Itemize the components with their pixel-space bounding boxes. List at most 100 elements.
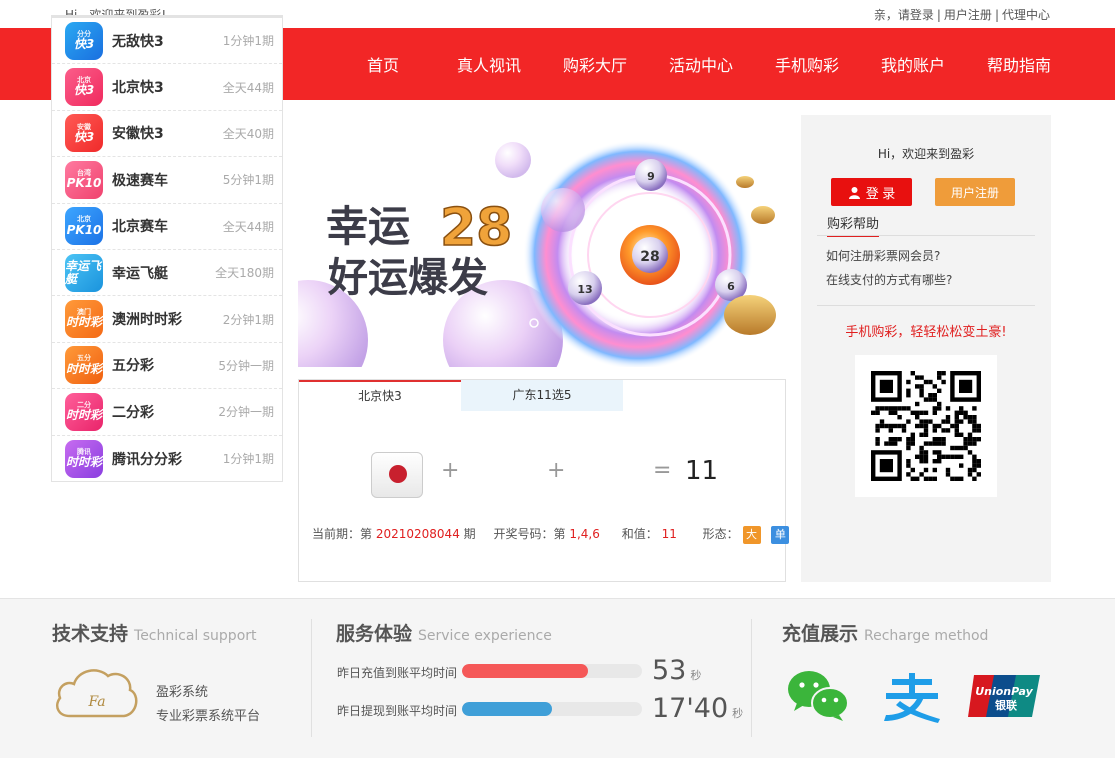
qr-code-image [871,371,981,481]
login-button[interactable]: 登 录 [831,178,912,206]
game-list-item[interactable]: 澳门 时时彩 澳洲时时彩 2分钟1期 [52,296,282,343]
lottery-game-icon: 二分 时时彩 [65,392,103,431]
lottery-game-icon: 五分 时时彩 [65,346,103,385]
game-list-item[interactable]: 北京 快3 北京快3 全天44期 [52,64,282,111]
equals-sign: = [653,458,672,483]
game-list-item[interactable]: 五分 时时彩 五分彩 5分钟一期 [52,343,282,390]
nav-mobile-lottery[interactable]: 手机购彩 [754,52,860,76]
game-list-item[interactable]: 腾讯 时时彩 腾讯分分彩 1分钟1期 [52,436,282,482]
lottery-game-icon: 台湾 PK10 [65,160,103,199]
tab-guangdong-11x5[interactable]: 广东11选5 [461,380,623,411]
game-frequency: 5分钟1期 [222,173,274,188]
help-question-register[interactable]: 如何注册彩票网会员? [826,247,940,264]
nav-my-account[interactable]: 我的账户 [860,52,966,76]
lottery-game-icon: 澳门 时时彩 [65,300,103,339]
svg-text:银联: 银联 [995,698,1017,712]
system-description: 专业彩票系统平台 [156,709,261,724]
draw-info: 当前期：第 20210208044 期 开奖号码：第 1,4,6 和值： 11 … [312,525,790,544]
lottery-game-icon: 安徽 快3 [65,114,103,153]
divider [751,619,752,737]
shape-odd-badge: 单 [771,525,790,544]
lottery-game-icon: 北京 PK10 [65,207,103,246]
svg-text:13: 13 [577,283,592,296]
draw-equation: + + = 11 [299,450,785,500]
game-frequency: 5分钟一期 [218,358,274,373]
game-name: 澳洲时时彩 [112,312,182,329]
shape-big-badge: 大 [742,525,761,544]
nav-lottery-hall[interactable]: 购彩大厅 [542,52,648,76]
game-list-item[interactable]: 幸运飞艇 幸运飞艇 全天180期 [52,250,282,297]
lottery-game-icon: 腾讯 时时彩 [65,439,103,478]
nav-live-video[interactable]: 真人视讯 [436,52,542,76]
game-frequency: 全天44期 [222,219,274,234]
game-name: 安徽快3 [112,126,164,143]
login-link[interactable]: 亲，请登录 [874,8,934,22]
withdraw-time-label: 昨日提现到账平均时间 [337,704,458,718]
withdraw-time-value: 17'40 秒 [652,693,744,724]
deposit-time-label: 昨日充值到账平均时间 [337,666,458,680]
game-name: 北京赛车 [112,219,168,236]
draw-results-panel: 北京快3 广东11选5 + + = 11 当前期：第 20210208044 期… [298,379,790,582]
game-list-item[interactable]: 北京 PK10 北京赛车 全天44期 [52,204,282,250]
svg-text:UnionPay: UnionPay [975,685,1033,698]
system-name: 盈彩系统 [156,685,209,700]
draw-sum: 11 [685,456,719,486]
nav-promotions[interactable]: 活动中心 [648,52,754,76]
divider [311,619,312,737]
promo-banner[interactable]: 28 9 13 6 幸运 28 好运爆发 [298,115,786,367]
help-title: 购彩帮助 [827,213,880,237]
game-frequency: 2分钟1期 [222,312,274,327]
game-frequency: 全天180期 [215,266,274,281]
recharge-title: 充值展示 Recharge method [782,623,989,645]
nav-home[interactable]: 首页 [330,52,436,76]
withdraw-time-bar [462,702,642,716]
agent-center-link[interactable]: 代理中心 [1002,8,1050,22]
tab-beijing-k3[interactable]: 北京快3 [299,380,461,411]
game-list-item[interactable]: 安徽 快3 安徽快3 全天40期 [52,111,282,158]
deposit-time-value: 53 秒 [652,655,702,686]
svg-text:9: 9 [647,170,655,183]
unionpay-icon: UnionPay 银联 [968,675,1040,717]
register-button[interactable]: 用户注册 [935,178,1015,206]
game-frequency: 全天40期 [222,126,274,141]
dice-icon [371,452,423,498]
game-frequency: 1分钟1期 [222,34,274,49]
register-link[interactable]: 用户注册 [944,8,992,22]
svg-text:好运爆发: 好运爆发 [327,255,488,301]
game-name: 幸运飞艇 [112,265,168,282]
plus-sign: + [547,458,566,483]
game-name: 五分彩 [112,358,154,375]
winning-numbers: 1,4,6 [569,527,600,541]
sum-value: 11 [661,527,677,541]
service-title: 服务体验 Service experience [336,623,552,645]
lottery-game-icon: 幸运飞艇 [65,253,103,292]
game-frequency: 全天44期 [222,80,274,95]
nav-help-guide[interactable]: 帮助指南 [966,52,1072,76]
account-sidebar: Hi，欢迎来到盈彩 登 录 用户注册 购彩帮助 如何注册彩票网会员? 在线支付的… [801,115,1051,582]
qr-code [855,355,997,497]
main-nav: 首页 真人视讯 购彩大厅 活动中心 手机购彩 我的账户 帮助指南 [330,28,1072,100]
game-name: 无敌快3 [112,33,164,50]
game-frequency: 2分钟一期 [218,405,274,420]
lottery-tabs: 北京快3 广东11选5 [299,380,785,411]
center-ball-number: 28 [640,249,659,265]
divider [817,305,1035,306]
cloud-logo-icon: Fa [56,669,138,718]
divider [817,235,1035,236]
tech-support-title: 技术支持 Technical support [52,623,257,645]
game-name: 北京快3 [112,80,164,97]
game-list-item[interactable]: 台湾 PK10 极速赛车 5分钟1期 [52,157,282,204]
svg-text:6: 6 [727,280,735,293]
game-list-item[interactable]: 二分 时时彩 二分彩 2分钟一期 [52,389,282,436]
sidebar-welcome: Hi，欢迎来到盈彩 [877,147,975,161]
game-name: 腾讯分分彩 [112,451,182,468]
help-question-payment[interactable]: 在线支付的方式有哪些? [826,271,952,288]
deposit-time-bar [462,664,642,678]
game-list-item[interactable]: 分分 快3 无敌快3 1分钟1期 [52,18,282,65]
lottery-game-icon: 分分 快3 [65,21,103,60]
top-links: 亲，请登录 | 用户注册 | 代理中心 [873,7,1050,22]
lucky-28-banner-art: 28 9 13 6 幸运 28 好运爆发 [298,140,776,367]
wechat-pay-icon [788,671,849,721]
game-frequency: 1分钟1期 [222,452,274,467]
lottery-game-icon: 北京 快3 [65,68,103,107]
